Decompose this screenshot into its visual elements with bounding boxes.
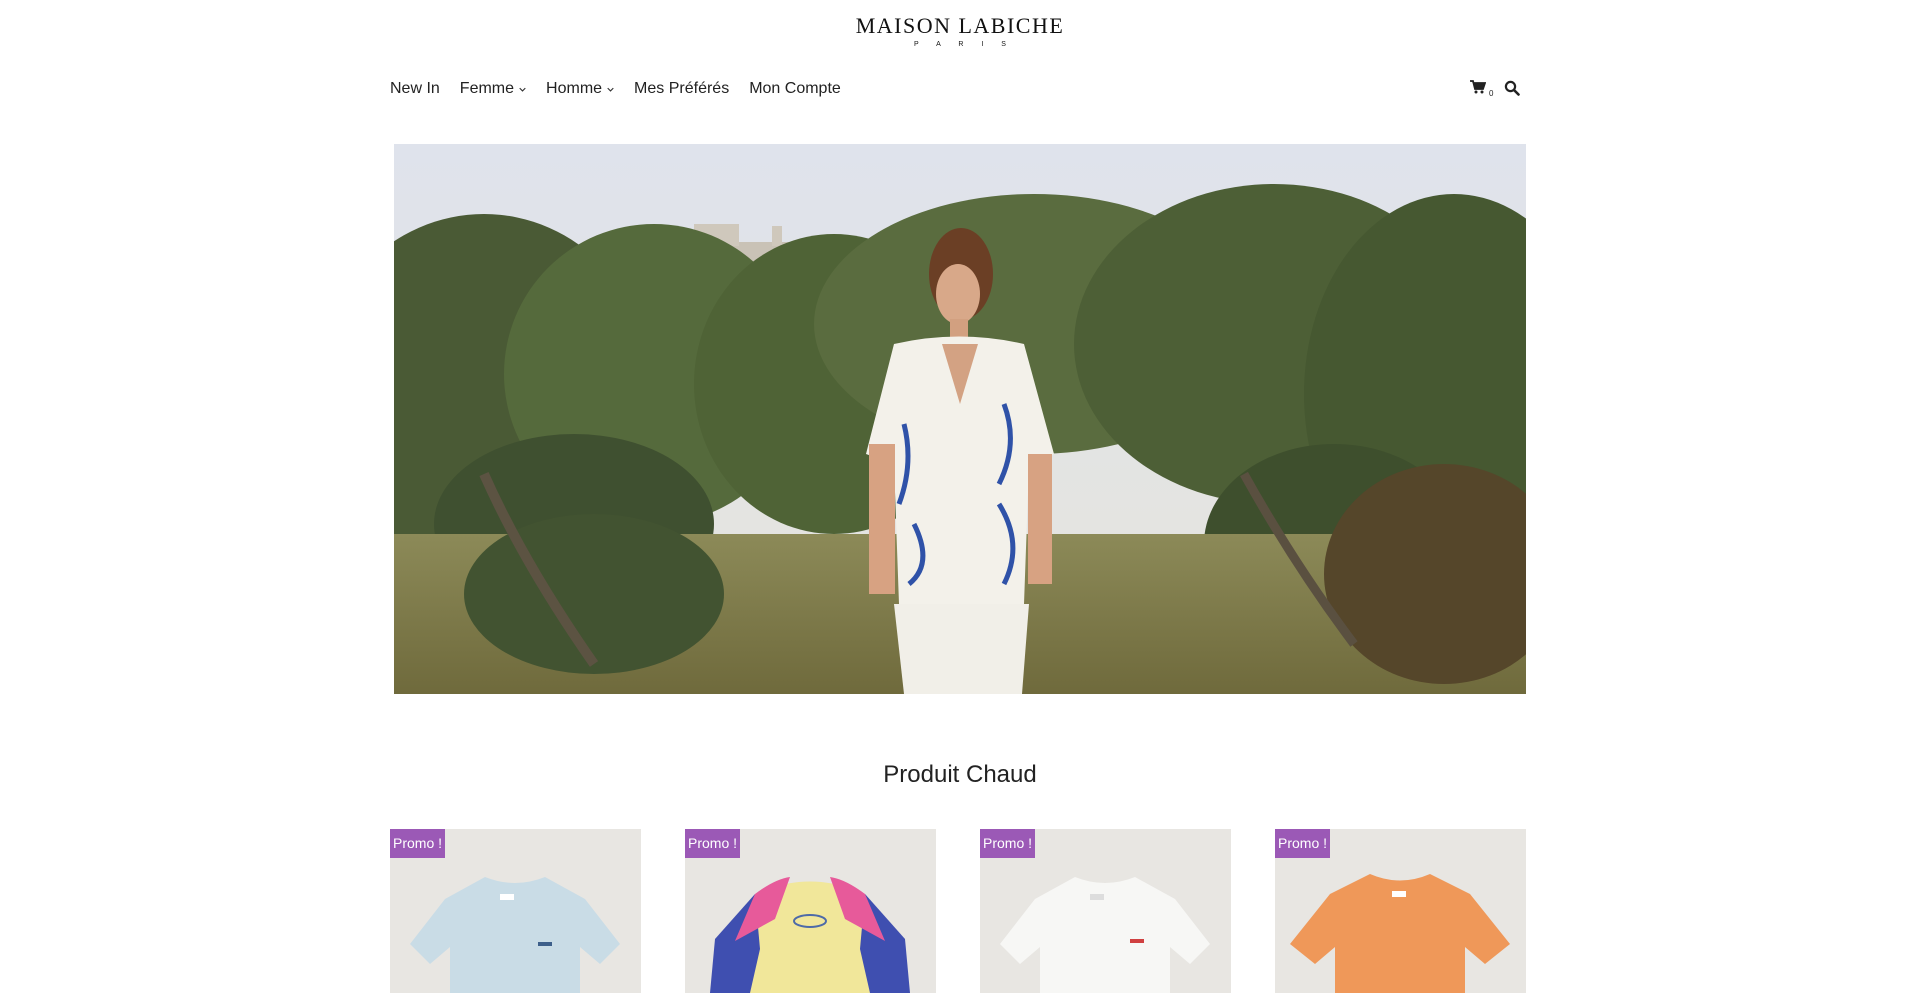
product-card[interactable]: Promo ! xyxy=(390,829,641,993)
nav-item-label: Femme xyxy=(459,80,515,97)
product-card[interactable]: Promo ! xyxy=(1275,829,1526,993)
section-title: Produit Chaud xyxy=(883,761,1037,788)
promo-badge: Promo ! xyxy=(980,829,1036,858)
cart-button[interactable]: 0 xyxy=(1470,80,1493,98)
main-nav: New In Femme Homme Mes Préférés Mon Comp… xyxy=(390,79,841,99)
logo-tagline: P A R I S xyxy=(914,41,1014,48)
hero-banner-image[interactable] xyxy=(394,144,1526,694)
product-card[interactable]: Promo ! xyxy=(980,829,1231,993)
cart-count-badge: 0 xyxy=(1489,89,1494,98)
site-logo[interactable]: MAISON LABICHE P A R I S xyxy=(0,13,1920,49)
nav-item-mes-preferes[interactable]: Mes Préférés xyxy=(634,79,729,99)
nav-item-label: Homme xyxy=(546,80,603,97)
nav-item-label: Mon Compte xyxy=(749,80,841,97)
nav-item-label: Mes Préférés xyxy=(634,80,730,97)
product-card[interactable]: Promo ! xyxy=(685,829,936,993)
nav-item-femme[interactable]: Femme xyxy=(460,79,526,99)
hero-photo xyxy=(394,144,1526,694)
logo-wordmark: MAISON LABICHE xyxy=(855,13,1065,38)
nav-item-mon-compte[interactable]: Mon Compte xyxy=(749,79,841,99)
search-icon[interactable] xyxy=(1504,80,1520,96)
nav-item-label: New In xyxy=(390,80,440,97)
promo-badge: Promo ! xyxy=(390,829,446,858)
header-tools: 0 xyxy=(1470,80,1520,98)
promo-badge: Promo ! xyxy=(1275,829,1331,858)
shopping-cart-icon xyxy=(1470,80,1487,94)
chevron-down-icon xyxy=(607,87,614,92)
promo-badge: Promo ! xyxy=(685,829,741,858)
product-grid: Promo ! Promo ! Promo ! Promo ! xyxy=(390,829,1526,993)
chevron-down-icon xyxy=(519,87,526,92)
nav-item-new-in[interactable]: New In xyxy=(390,79,440,99)
nav-item-homme[interactable]: Homme xyxy=(546,79,614,99)
